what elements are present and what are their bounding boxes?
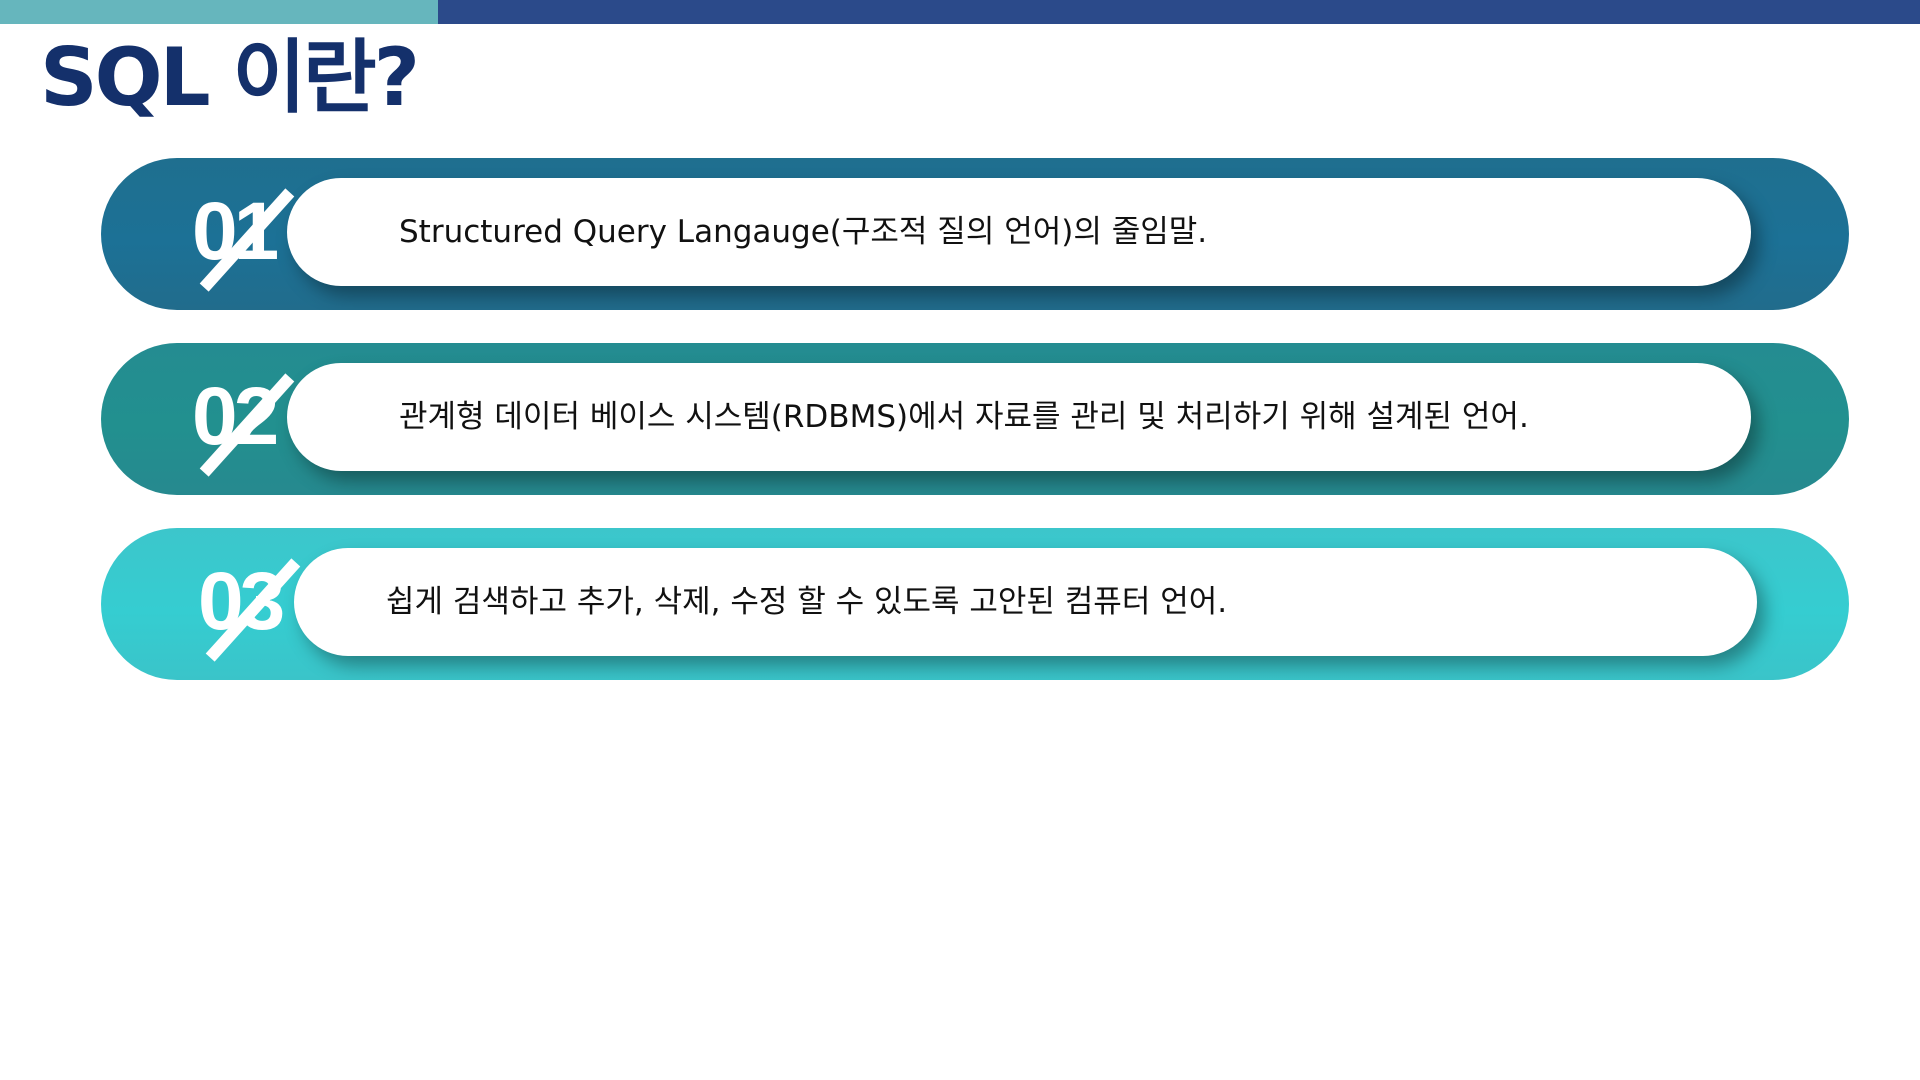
item-number: 02 — [192, 371, 279, 462]
item-text-pill: Structured Query Langauge(구조적 질의 언어)의 줄임… — [287, 178, 1751, 286]
item-number: 03 — [198, 556, 285, 647]
list-item-1: 01 Structured Query Langauge(구조적 질의 언어)의… — [101, 158, 1849, 310]
item-text-pill: 쉽게 검색하고 추가, 삭제, 수정 할 수 있도록 고안된 컴퓨터 언어. — [294, 548, 1757, 656]
page-title: SQL 이란? — [40, 31, 420, 124]
item-text-pill: 관계형 데이터 베이스 시스템(RDBMS)에서 자료를 관리 및 처리하기 위… — [287, 363, 1751, 471]
item-number: 01 — [192, 186, 279, 277]
item-text: 관계형 데이터 베이스 시스템(RDBMS)에서 자료를 관리 및 처리하기 위… — [399, 399, 1529, 435]
item-text: Structured Query Langauge(구조적 질의 언어)의 줄임… — [399, 214, 1208, 250]
top-accent-bar-left — [0, 0, 438, 24]
list-item-2: 02 관계형 데이터 베이스 시스템(RDBMS)에서 자료를 관리 및 처리하… — [101, 343, 1849, 495]
list-item-3: 03 쉽게 검색하고 추가, 삭제, 수정 할 수 있도록 고안된 컴퓨터 언어… — [101, 528, 1849, 680]
item-text: 쉽게 검색하고 추가, 삭제, 수정 할 수 있도록 고안된 컴퓨터 언어. — [386, 584, 1228, 620]
slide: SQL 이란? 01 Structured Query Langauge(구조적… — [0, 0, 1920, 1080]
top-accent-bar-right — [438, 0, 1920, 24]
